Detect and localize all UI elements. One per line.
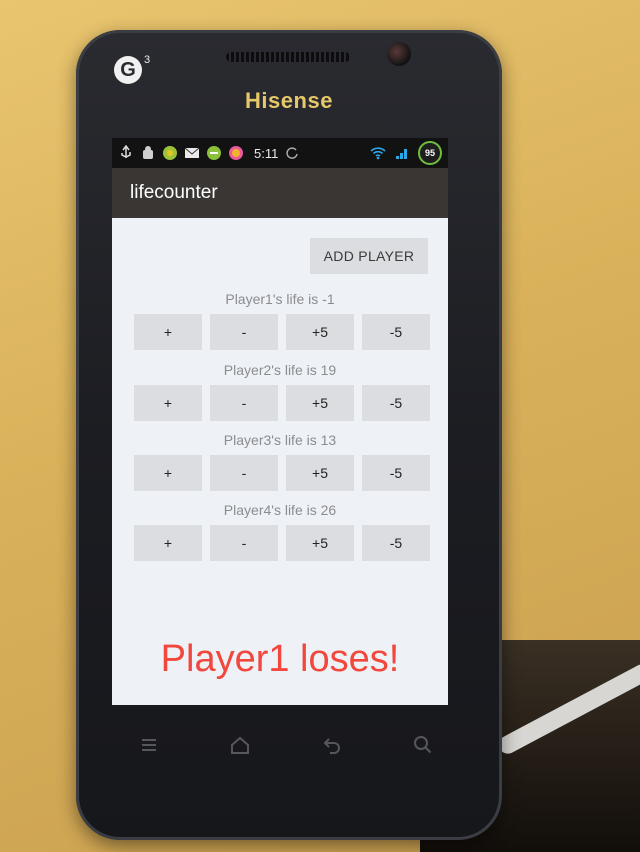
minus-five-button[interactable]: -5 (362, 525, 430, 561)
phone-screen: 5:11 95 lifecounter ADD PLAYER Player1's… (112, 138, 448, 705)
plus-five-button[interactable]: +5 (286, 455, 354, 491)
hardware-nav-bar (136, 730, 436, 760)
increment-button[interactable]: + (134, 525, 202, 561)
phone-device: G 3 Hisense 5:11 95 lifecounter ADD PLAY… (76, 30, 502, 840)
player-controls: + - +5 -5 (134, 525, 430, 561)
player-life-label: Player3's life is 13 (223, 432, 337, 448)
decrement-button[interactable]: - (210, 525, 278, 561)
app-title: lifecounter (130, 182, 218, 203)
app-notification-icon (229, 146, 243, 160)
status-time: 5:11 (254, 145, 279, 161)
action-bar: lifecounter (112, 168, 448, 218)
player-life-label: Player1's life is -1 (225, 291, 335, 307)
player-controls: + - +5 -5 (134, 385, 430, 421)
signal-icon (396, 149, 407, 159)
wifi-icon (370, 147, 386, 160)
minus-five-button[interactable]: -5 (362, 385, 430, 421)
main-content: ADD PLAYER Player1's life is -1 + - +5 -… (112, 218, 448, 705)
g3-logo: G (114, 56, 142, 84)
decrement-button[interactable]: - (210, 455, 278, 491)
lose-message: Player1 loses! (160, 638, 400, 680)
app-notification-icon (207, 146, 221, 160)
back-icon[interactable] (319, 732, 345, 758)
player-controls: + - +5 -5 (134, 314, 430, 350)
earpiece-speaker (226, 52, 350, 62)
decrement-button[interactable]: - (210, 314, 278, 350)
usb-icon (121, 145, 131, 158)
front-camera (387, 42, 411, 66)
player-controls: + - +5 -5 (134, 455, 430, 491)
home-icon[interactable] (227, 732, 253, 758)
menu-icon[interactable] (136, 732, 162, 758)
decrement-button[interactable]: - (210, 385, 278, 421)
increment-button[interactable]: + (134, 314, 202, 350)
search-icon[interactable] (410, 732, 436, 758)
player-life-label: Player4's life is 26 (223, 502, 337, 518)
sync-icon (286, 147, 299, 159)
minus-five-button[interactable]: -5 (362, 455, 430, 491)
add-player-button[interactable]: ADD PLAYER (310, 238, 428, 274)
increment-button[interactable]: + (134, 455, 202, 491)
app-notification-icon (163, 146, 177, 160)
g3-logo-superscript: 3 (144, 54, 151, 66)
plus-five-button[interactable]: +5 (286, 314, 354, 350)
status-bar: 5:11 95 (112, 138, 448, 168)
battery-icon: 95 (418, 141, 442, 165)
brand-logo: Hisense (245, 88, 333, 113)
android-debug-icon (143, 146, 153, 159)
plus-five-button[interactable]: +5 (286, 385, 354, 421)
plus-five-button[interactable]: +5 (286, 525, 354, 561)
increment-button[interactable]: + (134, 385, 202, 421)
minus-five-button[interactable]: -5 (362, 314, 430, 350)
player-life-label: Player2's life is 19 (223, 362, 337, 378)
mail-icon (184, 147, 200, 158)
